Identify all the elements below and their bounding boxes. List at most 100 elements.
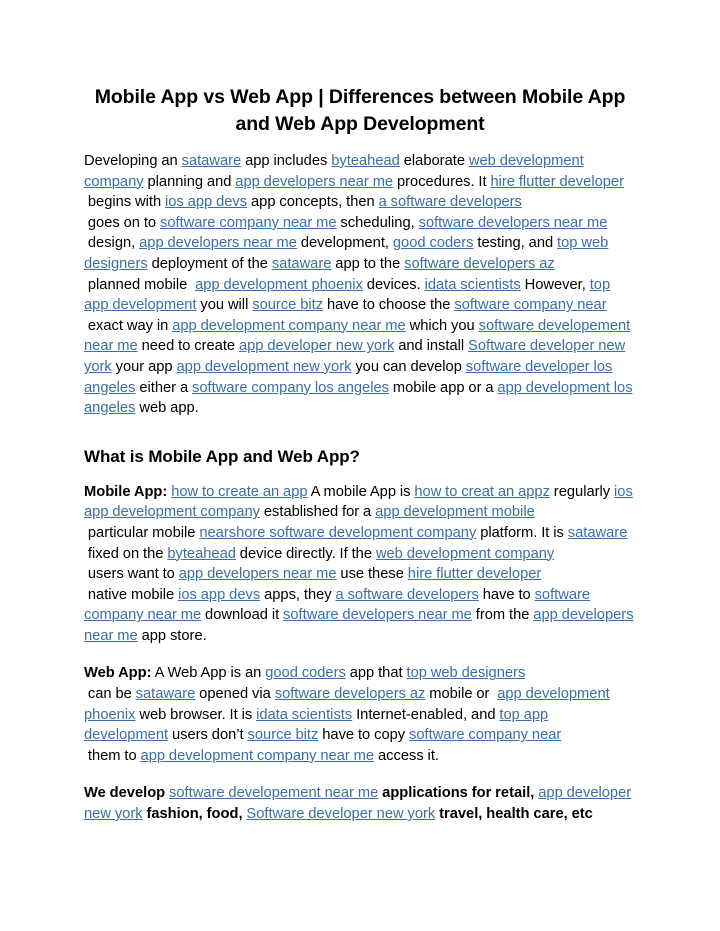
inline-link[interactable]: web development company [376, 546, 554, 562]
inline-link[interactable]: software developers az [404, 256, 555, 272]
inline-link[interactable]: byteahead [167, 546, 236, 562]
inline-link[interactable]: app developers near me [179, 566, 337, 582]
inline-link[interactable]: app development new york [176, 359, 351, 375]
inline-text: app store. [137, 627, 207, 644]
inline-text: fixed on the [84, 545, 168, 562]
inline-text: particular mobile [84, 524, 200, 541]
inline-text: planning and [143, 173, 236, 190]
inline-text: scheduling, [336, 214, 419, 231]
inline-link[interactable]: good coders [265, 665, 346, 681]
inline-link[interactable]: a software developers [379, 194, 522, 210]
inline-link[interactable]: software company near [409, 727, 561, 743]
inline-link[interactable]: good coders [393, 235, 474, 251]
inline-text: can be [84, 686, 136, 703]
inline-text: web app. [135, 400, 199, 417]
inline-text: have to copy [318, 727, 410, 744]
inline-text: mobile app or a [389, 379, 498, 396]
inline-text: users don’t [168, 727, 248, 744]
inline-link[interactable]: a software developers [336, 587, 479, 603]
inline-text: from the [471, 607, 534, 624]
inline-link[interactable]: Software developer new york [246, 806, 435, 822]
inline-text: app that [345, 665, 407, 682]
inline-link[interactable]: app developers near me [139, 235, 297, 251]
document-page: Mobile App vs Web App | Differences betw… [0, 0, 720, 931]
inline-link[interactable]: sataware [568, 525, 628, 541]
inline-link[interactable]: software company near [454, 297, 606, 313]
inline-text: applications for retail, [378, 785, 539, 802]
inline-text: apps, they [260, 586, 336, 603]
inline-link[interactable]: byteahead [331, 153, 400, 169]
inline-text: you will [196, 297, 253, 314]
inline-text: which you [405, 317, 479, 334]
inline-text: download it [201, 607, 284, 624]
web-app-body: A Web App is an good coders app that top… [84, 665, 610, 763]
inline-text: deployment of the [147, 255, 272, 272]
section-heading-what-is: What is Mobile App and Web App? [84, 446, 360, 466]
inline-link[interactable]: top web designers [406, 665, 525, 681]
inline-text: you can develop [351, 358, 466, 375]
inline-text: elaborate [399, 153, 469, 169]
inline-link[interactable]: idata scientists [425, 277, 521, 293]
inline-text: A mobile App is [307, 483, 415, 500]
inline-link[interactable]: ios app devs [178, 587, 260, 603]
inline-link[interactable]: software company near me [160, 215, 337, 231]
mobile-app-body: how to create an app A mobile App is how… [84, 484, 634, 644]
inline-text: opened via [195, 686, 275, 703]
inline-link[interactable]: sataware [182, 153, 242, 169]
inline-text: mobile or [425, 686, 498, 703]
inline-link[interactable]: app developer new york [239, 338, 394, 354]
inline-text: need to create [137, 338, 239, 355]
inline-link[interactable]: ios app devs [165, 194, 247, 210]
inline-link[interactable]: idata scientists [256, 707, 352, 723]
inline-text: them to [84, 747, 141, 764]
inline-link[interactable]: source bitz [252, 297, 323, 313]
inline-link[interactable]: app developers near me [235, 174, 393, 190]
inline-text: have to choose the [323, 297, 455, 314]
inline-link[interactable]: software developers az [275, 686, 426, 702]
inline-text: devices. [362, 276, 425, 293]
inline-text: A Web App is an [151, 665, 266, 682]
paragraph-web-app: Web App: A Web App is an good coders app… [84, 663, 636, 766]
inline-text: However, [520, 276, 590, 293]
inline-link[interactable]: sataware [272, 256, 332, 272]
inline-text: procedures. It [393, 173, 491, 190]
inline-text: Developing an [84, 153, 182, 169]
inline-text: testing, and [473, 235, 558, 252]
inline-text: fashion, food, [142, 806, 247, 823]
inline-link[interactable]: software developers near me [419, 215, 608, 231]
inline-link[interactable]: source bitz [248, 727, 319, 743]
mobile-app-label: Mobile App: [84, 483, 168, 500]
inline-link[interactable]: software developement near me [169, 785, 378, 801]
paragraph-closing: We develop software developement near me… [84, 783, 636, 824]
inline-text: travel, health care, etc [435, 806, 593, 823]
inline-text: platform. It is [476, 524, 568, 541]
inline-text: goes on to [84, 214, 160, 231]
paragraph-intro: Developing an sataware app includes byte… [84, 151, 636, 419]
inline-text: have to [478, 586, 535, 603]
inline-text: We develop [84, 785, 170, 802]
inline-text: Internet-enabled, and [352, 706, 500, 723]
inline-link[interactable]: sataware [136, 686, 196, 702]
inline-link[interactable]: app development company near me [141, 748, 375, 764]
inline-text: app includes [241, 153, 332, 169]
inline-link[interactable]: app development company near me [172, 318, 406, 334]
inline-link[interactable]: software developers near me [283, 607, 472, 623]
inline-link[interactable]: how to creat an appz [414, 484, 550, 500]
inline-text: planned mobile [84, 276, 196, 293]
inline-text: either a [135, 379, 193, 396]
inline-link[interactable]: software company los angeles [192, 380, 389, 396]
inline-text: device directly. If the [235, 545, 376, 562]
inline-link[interactable]: hire flutter developer [408, 566, 542, 582]
inline-link[interactable]: how to create an app [171, 484, 307, 500]
inline-link[interactable]: app development mobile [375, 504, 535, 520]
inline-text: your app [111, 358, 177, 375]
inline-link[interactable]: hire flutter developer [490, 174, 624, 190]
inline-text: access it. [374, 747, 439, 764]
inline-link[interactable]: nearshore software development company [199, 525, 476, 541]
inline-text: web browser. It is [135, 706, 257, 723]
inline-link[interactable]: app development phoenix [195, 277, 363, 293]
inline-text: regularly [549, 483, 615, 500]
paragraph-mobile-app: Mobile App: how to create an app A mobil… [84, 482, 636, 647]
inline-text: exact way in [84, 317, 173, 334]
inline-text: established for a [259, 504, 376, 521]
